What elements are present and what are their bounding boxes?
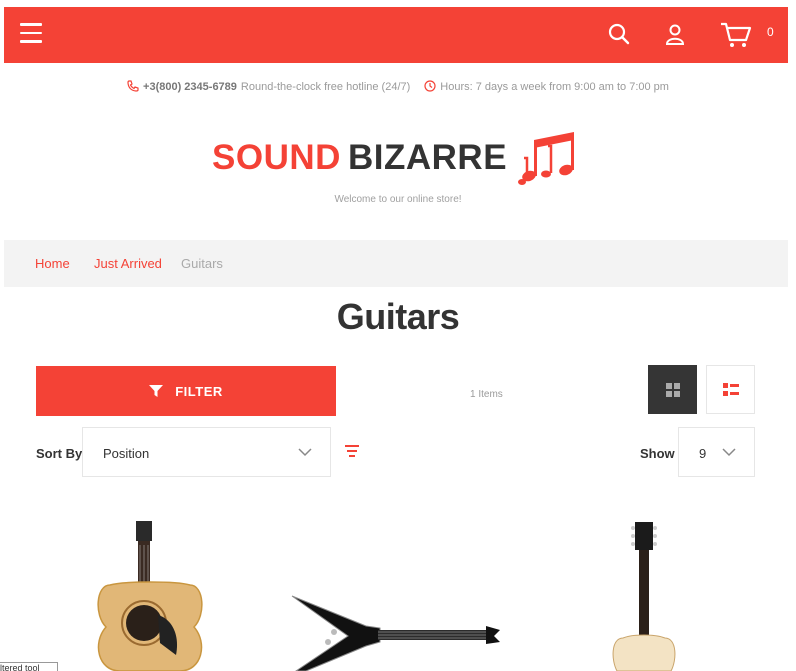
product-image-flying-v-guitar[interactable] bbox=[288, 590, 503, 671]
show-label: Show bbox=[640, 446, 675, 461]
menu-icon[interactable] bbox=[20, 23, 42, 45]
sort-by-label: Sort By bbox=[36, 446, 83, 461]
logo-text-bizarre: BIZARRE bbox=[348, 138, 508, 177]
phone-number[interactable]: +3(800) 2345-6789 bbox=[143, 81, 237, 93]
product-image-acoustic-guitar[interactable] bbox=[80, 515, 220, 671]
show-per-page-value: 9 bbox=[699, 446, 707, 461]
clock-icon bbox=[424, 80, 436, 95]
site-logo[interactable]: SOUND BIZARRE bbox=[212, 128, 592, 188]
show-per-page-select[interactable]: 9 bbox=[678, 427, 755, 477]
phone-icon bbox=[127, 80, 139, 95]
cart-count-badge: 0 bbox=[767, 25, 774, 39]
filter-button[interactable]: FILTER bbox=[36, 366, 336, 416]
funnel-icon bbox=[149, 385, 164, 397]
sort-direction-button[interactable] bbox=[344, 444, 360, 463]
grid-view-button[interactable] bbox=[648, 365, 697, 414]
chevron-down-icon bbox=[722, 448, 736, 457]
cart-icon[interactable] bbox=[720, 21, 752, 54]
hotline-text: Round-the-clock free hotline (24/7) bbox=[240, 81, 411, 93]
breadcrumb-home-link[interactable]: Home bbox=[35, 256, 70, 271]
sort-direction-icon bbox=[345, 445, 359, 457]
product-image-classic-acoustic-guitar[interactable] bbox=[605, 520, 685, 671]
breadcrumb: Home Just Arrived Guitars bbox=[4, 240, 788, 287]
contact-info-line: +3(800) 2345-6789 Round-the-clock free ho… bbox=[0, 80, 796, 95]
hours-text: Hours: 7 days a week from 9:00 am to 7:0… bbox=[440, 81, 669, 93]
breadcrumb-just-arrived-link[interactable]: Just Arrived bbox=[94, 256, 162, 271]
items-count: 1 Items bbox=[470, 389, 503, 400]
list-view-button[interactable] bbox=[706, 365, 755, 414]
sort-by-select[interactable]: Position bbox=[82, 427, 331, 477]
logo-text-sound: SOUND bbox=[212, 138, 341, 177]
breadcrumb-current: Guitars bbox=[181, 256, 223, 271]
chevron-down-icon bbox=[298, 448, 312, 457]
store-tagline: Welcome to our online store! bbox=[334, 194, 462, 205]
sort-by-value: Position bbox=[103, 446, 150, 461]
filter-button-label: FILTER bbox=[175, 383, 223, 399]
top-header-bar: 0 bbox=[4, 7, 788, 63]
search-icon[interactable] bbox=[608, 23, 630, 50]
list-view-icon bbox=[722, 382, 739, 396]
page-title: Guitars bbox=[336, 296, 460, 337]
tooltip-fragment: ltered tool bbox=[0, 662, 58, 671]
user-icon[interactable] bbox=[664, 23, 686, 50]
grid-view-icon bbox=[665, 382, 680, 397]
music-notes-icon bbox=[518, 132, 574, 185]
